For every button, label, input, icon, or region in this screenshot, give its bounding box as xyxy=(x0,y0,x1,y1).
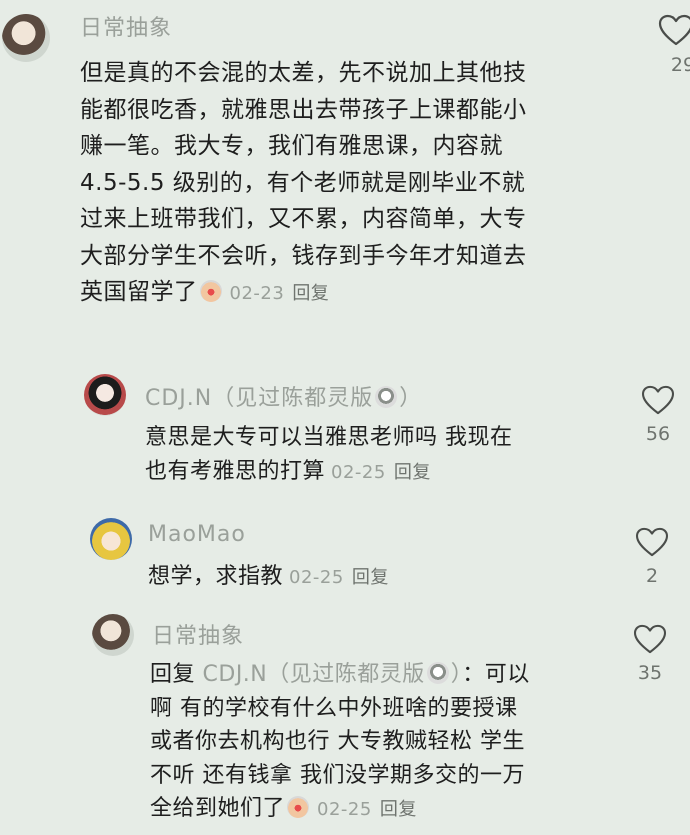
comment-line: 过来上班带我们，又不累，内容简单，大专 xyxy=(80,206,527,232)
comment-text: 意思是大专可以当雅思老师吗 我现在 也有考雅思的打算 02-25 回复 xyxy=(145,421,615,489)
comment-username[interactable]: 日常抽象 xyxy=(152,618,244,650)
comment-first-line: 回复 CDJ.N（见过陈都灵版 ）：可以 xyxy=(150,658,620,692)
comment-username[interactable]: CDJ.N（见过陈都灵版 ） xyxy=(145,380,422,412)
comment-text: 回复 CDJ.N（见过陈都灵版 ）：可以 啊 有的学校有什么中外班啥的要授课 或者… xyxy=(150,658,620,827)
mention-text: CDJ.N（见过陈都灵版 xyxy=(202,662,425,687)
rabbit-emoji-icon xyxy=(375,386,398,408)
comment-username[interactable]: 日常抽象 xyxy=(80,10,172,42)
comment-line: 想学，求指教 xyxy=(148,564,284,589)
crying-emoji-icon xyxy=(287,796,310,818)
like-button[interactable]: 35 xyxy=(620,624,680,684)
username-tail: ） xyxy=(399,386,423,411)
comment-line: 不听 还有钱拿 我们没学期多交的一万 xyxy=(150,762,525,788)
comment-last-line: 也有考雅思的打算 02-25 回复 xyxy=(145,455,615,490)
comment-date: 02-25 xyxy=(331,461,386,483)
comment-line: 全给到她们了 xyxy=(150,796,286,821)
reply-button[interactable]: 回复 xyxy=(352,567,389,588)
comment-last-line: 想学，求指教 02-25 回复 xyxy=(148,560,608,595)
comment-line: 4.5-5.5 级别的，有个老师就是刚毕业不就 xyxy=(80,169,526,196)
user-avatar[interactable] xyxy=(2,14,50,62)
comment-line: ：可以 xyxy=(462,662,530,687)
comment-line: 或者你去机构也行 大专教贼轻松 学生 xyxy=(150,729,525,754)
comment-username[interactable]: MaoMao xyxy=(148,522,246,547)
comment-text: 但是真的不会混的太差，先不说加上其他技 能都很吃香，就雅思出去带孩子上课都能小 … xyxy=(80,55,620,313)
reply-button[interactable]: 回复 xyxy=(292,283,329,304)
heart-icon xyxy=(641,385,675,415)
heart-icon xyxy=(633,624,667,654)
comment-line: 意思是大专可以当雅思老师吗 我现在 xyxy=(145,425,513,450)
like-count: 2 xyxy=(645,565,659,587)
rabbit-emoji-icon xyxy=(426,662,449,684)
username-text: CDJ.N（见过陈都灵版 xyxy=(145,386,374,411)
comment-line: 但是真的不会混的太差，先不说加上其他技 xyxy=(80,60,527,86)
mention-tail: ） xyxy=(450,662,463,687)
comment-last-line: 全给到她们了 02-25 回复 xyxy=(150,792,620,827)
comment-last-line: 英国留学了 02-23 回复 xyxy=(80,274,620,313)
like-count: 35 xyxy=(637,662,663,684)
reply-button[interactable]: 回复 xyxy=(380,799,417,820)
like-count: 296 xyxy=(670,54,690,76)
comment-line: 赚一笔。我大专，我们有雅思课，内容就 xyxy=(80,133,503,159)
user-avatar[interactable] xyxy=(92,614,134,656)
comment-date: 02-25 xyxy=(289,567,344,588)
comment-line: 英国留学了 xyxy=(80,279,198,305)
comment-date: 02-23 xyxy=(229,283,285,304)
like-button[interactable]: 56 xyxy=(628,385,688,445)
like-button[interactable]: 2 xyxy=(622,527,682,587)
heart-icon xyxy=(635,527,669,557)
like-button[interactable]: 296 xyxy=(646,14,690,76)
comment-date: 02-25 xyxy=(317,799,372,820)
reply-prefix: 回复 xyxy=(150,662,196,687)
heart-icon xyxy=(658,14,690,46)
crying-emoji-icon xyxy=(199,280,222,302)
comment-line: 啊 有的学校有什么中外班啥的要授课 xyxy=(150,695,518,721)
comment-line: 大部分学生不会听，钱存到手今年才知道去 xyxy=(80,242,527,269)
user-avatar[interactable] xyxy=(84,374,126,416)
reply-button[interactable]: 回复 xyxy=(394,462,431,483)
mention-link[interactable]: CDJ.N（见过陈都灵版 ） xyxy=(203,662,463,687)
comment-line: 能都很吃香，就雅思出去带孩子上课都能小 xyxy=(80,96,527,123)
like-count: 56 xyxy=(645,423,671,445)
comment-text: 想学，求指教 02-25 回复 xyxy=(148,560,608,595)
user-avatar[interactable] xyxy=(90,518,132,560)
comment-line: 也有考雅思的打算 xyxy=(145,458,326,484)
